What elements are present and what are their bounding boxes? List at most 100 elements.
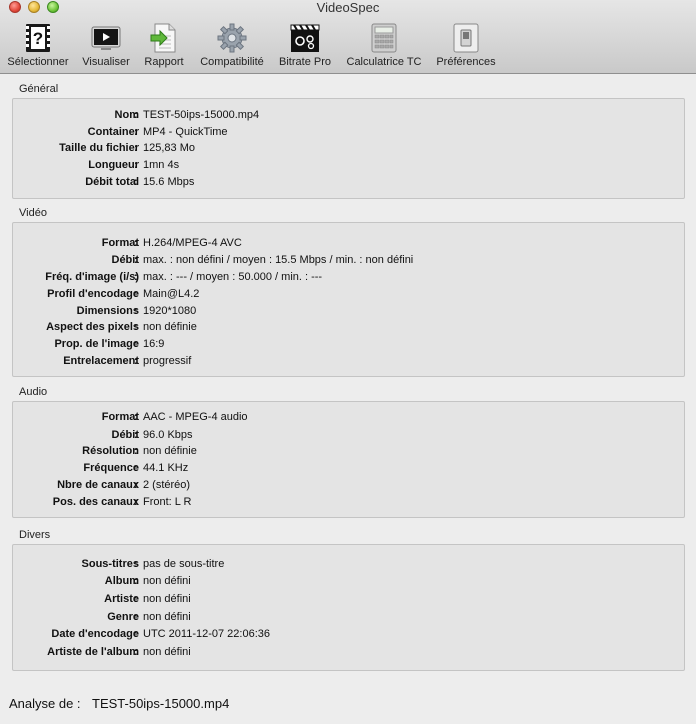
toolbar-label: Calculatrice TC <box>346 56 422 68</box>
field-value: MP4 - QuickTime <box>143 126 228 138</box>
info-row: Format: H.264/MPEG-4 AVC <box>13 237 684 253</box>
analysis-file-name: TEST-50ips-15000.mp4 <box>92 696 230 711</box>
toolbar-view-button[interactable]: Visualiser <box>76 22 136 70</box>
field-label: Fréquence <box>83 462 139 474</box>
field-value: 16:9 <box>143 338 165 350</box>
info-row: Profil d'encodage: Main@L4.2 <box>13 288 684 304</box>
info-row: Entrelacement: progressif <box>13 355 684 371</box>
info-row: Nbre de canaux:2 (stéréo) <box>13 479 684 495</box>
info-row: Format: AAC - MPEG-4 audio <box>13 411 684 427</box>
field-separator: : <box>134 575 138 587</box>
calculator-icon <box>371 23 397 53</box>
audio-box: Format: AAC - MPEG-4 audio Débit:96.0 Kbp… <box>12 401 685 518</box>
toolbar-area: VideoSpec ? Sélectionner Visualiser Rapp… <box>0 0 696 74</box>
toolbar-label: Compatibilité <box>200 56 264 68</box>
field-value: 1920*1080 <box>143 305 197 317</box>
toolbar-report-button[interactable]: Rapport <box>138 22 190 70</box>
field-separator: : <box>134 159 138 171</box>
field-separator: : <box>134 321 138 333</box>
info-row: Longueur:1mn 4s <box>13 159 684 175</box>
info-row: Débit total:15.6 Mbps <box>13 176 684 192</box>
field-separator: : <box>134 479 138 491</box>
field-value: 96.0 Kbps <box>143 429 193 441</box>
field-separator: : <box>134 496 138 508</box>
toolbar-bitrate-pro-button[interactable]: Bitrate Pro <box>272 22 338 70</box>
info-row: Prop. de l'image:16:9 <box>13 338 684 354</box>
info-row: Débit:96.0 Kbps <box>13 429 684 445</box>
field-label: Nbre de canaux <box>57 479 139 491</box>
field-value: non défini <box>143 646 191 658</box>
field-separator: : <box>134 558 138 570</box>
info-row: Nom: TEST-50ips-15000.mp4 <box>13 109 684 125</box>
clapperboard-gears-icon <box>290 24 320 52</box>
field-separator: : <box>134 338 138 350</box>
field-separator: : <box>134 305 138 317</box>
field-separator: : <box>134 462 138 474</box>
title-bar: VideoSpec <box>0 0 696 16</box>
toolbar-preferences-button[interactable]: Préférences <box>430 22 502 70</box>
field-label: Aspect des pixels <box>46 321 139 333</box>
field-value: max. : --- / moyen : 50.000 / min. : --- <box>143 271 323 283</box>
toolbar-select-button[interactable]: ? Sélectionner <box>2 22 74 70</box>
field-label: Pos. des canaux <box>52 496 139 508</box>
field-label: Profil d'encodage <box>47 288 139 300</box>
monitor-play-icon <box>91 26 121 50</box>
section-title-divers: Divers <box>19 529 51 541</box>
field-value: 44.1 KHz <box>143 462 189 474</box>
field-value: non défini <box>143 593 191 605</box>
field-value: 1mn 4s <box>143 159 180 171</box>
info-row: Dimensions:1920*1080 <box>13 305 684 321</box>
field-value: non définie <box>143 445 197 457</box>
field-value: non définie <box>143 321 197 333</box>
field-separator: : <box>134 237 138 249</box>
info-row: Taille du fichier:125,83 Mo <box>13 142 684 158</box>
field-separator: : <box>134 628 138 640</box>
info-row: Container: MP4 - QuickTime <box>13 126 684 142</box>
toolbar-label: Sélectionner <box>7 56 69 68</box>
section-title-audio: Audio <box>19 386 48 398</box>
field-label: Résolution <box>82 445 139 457</box>
field-value: TEST-50ips-15000.mp4 <box>143 109 260 121</box>
info-row: Débit: max. : non défini / moyen : 15.5 M… <box>13 254 684 270</box>
field-value: pas de sous-titre <box>143 558 225 570</box>
field-value: Main@L4.2 <box>143 288 200 300</box>
field-label: Fréq. d'image (i/s) <box>45 271 139 283</box>
info-row: Résolution: non définie <box>13 445 684 461</box>
field-separator: : <box>134 126 138 138</box>
window-title: VideoSpec <box>316 0 380 15</box>
field-value: 2 (stéréo) <box>143 479 191 491</box>
info-row: Artiste: non défini <box>13 593 684 609</box>
field-label: Débit total <box>85 176 139 188</box>
field-separator: : <box>134 288 138 300</box>
info-row: Sous-titres: pas de sous-titre <box>13 558 684 574</box>
toolbar-label: Bitrate Pro <box>279 56 331 68</box>
document-export-icon <box>150 23 176 53</box>
field-value: UTC 2011-12-07 22:06:36 <box>143 628 270 640</box>
field-separator: : <box>134 646 138 658</box>
field-label: Dimensions <box>76 305 139 317</box>
toolbar-compatibility-button[interactable]: Compatibilité <box>194 22 270 70</box>
general-box: Nom: TEST-50ips-15000.mp4 Container: MP4 -… <box>12 98 685 199</box>
toolbar-tc-calculator-button[interactable]: Calculatrice TC <box>340 22 428 70</box>
analysis-label: Analyse de : <box>9 696 81 711</box>
info-row: Album: non défini <box>13 575 684 591</box>
field-label: Prop. de l'image <box>54 338 139 350</box>
field-label: Longueur <box>88 159 139 171</box>
toolbar-label: Préférences <box>436 56 496 68</box>
field-separator: : <box>134 254 138 266</box>
info-row: Pos. des canaux: Front: L R <box>13 496 684 512</box>
field-separator: : <box>134 429 138 441</box>
field-value: max. : non défini / moyen : 15.5 Mbps / … <box>143 254 414 266</box>
field-value: H.264/MPEG-4 AVC <box>143 237 242 249</box>
field-value: Front: L R <box>143 496 192 508</box>
info-row: Fréq. d'image (i/s): max. : --- / moyen :… <box>13 271 684 287</box>
info-row: Date d'encodage: UTC 2011-12-07 22:06:36 <box>13 628 684 644</box>
field-value: AAC - MPEG-4 audio <box>143 411 248 423</box>
field-value: progressif <box>143 355 192 367</box>
field-separator: : <box>134 271 138 283</box>
gear-icon <box>217 23 247 53</box>
video-box: Format: H.264/MPEG-4 AVC Débit: max. : non… <box>12 222 685 377</box>
info-row: Artiste de l'album: non défini <box>13 646 684 662</box>
field-label: Date d'encodage <box>51 628 139 640</box>
field-separator: : <box>134 109 138 121</box>
